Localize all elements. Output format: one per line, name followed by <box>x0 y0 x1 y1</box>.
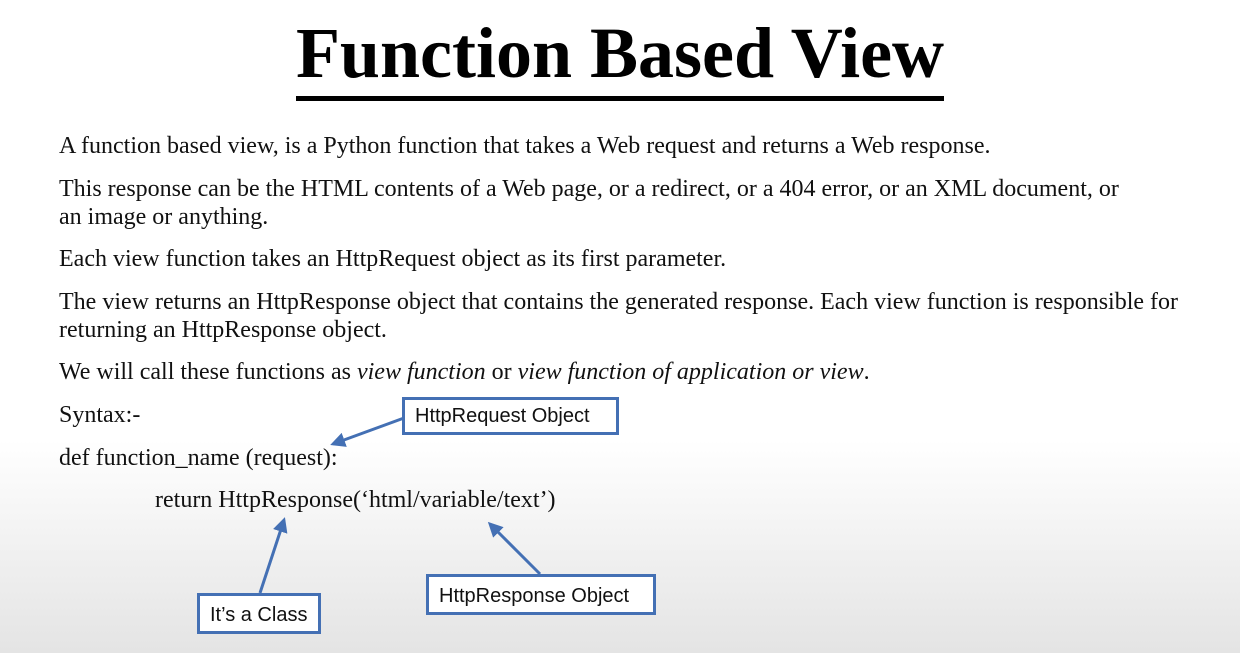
callout-arrows <box>258 416 542 594</box>
httprequest-object-callout: HttpRequest Object <box>402 397 619 435</box>
httpresponse-object-callout: HttpResponse Object <box>426 574 656 615</box>
class-arrow <box>258 517 288 594</box>
request-object-arrow <box>330 416 405 447</box>
slide: Function Based View A function based vie… <box>0 0 1240 653</box>
its-a-class-callout: It’s a Class <box>197 593 321 634</box>
response-object-arrow <box>487 521 542 576</box>
